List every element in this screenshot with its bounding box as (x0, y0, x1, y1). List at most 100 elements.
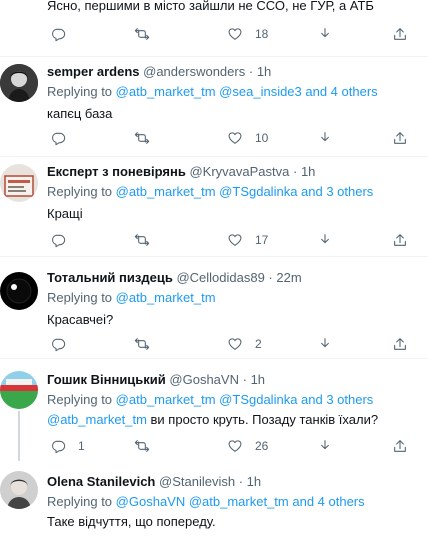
retweet-icon (134, 336, 150, 352)
retweet-icon (134, 232, 150, 248)
handle[interactable]: @Cellodidas89 (176, 270, 264, 285)
tweet-text: Кращі (47, 206, 83, 221)
share-button[interactable] (392, 334, 408, 354)
inline-mention[interactable]: @atb_market_tm (47, 412, 147, 427)
share-icon (392, 130, 408, 146)
share-button[interactable] (392, 24, 408, 44)
share-button[interactable] (392, 436, 408, 456)
share-icon (392, 232, 408, 248)
display-name[interactable]: Експерт з поневірянь (47, 164, 186, 179)
tweet-text: Красавчеі? (47, 312, 114, 327)
avatar[interactable] (0, 64, 38, 102)
timestamp[interactable]: 22m (276, 270, 301, 285)
tweet[interactable]: Гошик Вінницький @GoshaVN · 1h Replying … (0, 359, 428, 461)
download-icon (317, 336, 333, 352)
reply-count: 1 (78, 439, 85, 453)
download-icon (317, 26, 333, 42)
display-name[interactable]: Olena Stanilevich (47, 474, 155, 489)
like-count: 2 (255, 337, 262, 351)
thread-line (18, 411, 20, 461)
download-icon (317, 232, 333, 248)
retweet-button[interactable] (134, 128, 150, 148)
reply-button[interactable]: 1 (50, 436, 85, 456)
like-button[interactable]: 26 (227, 436, 268, 456)
reply-button[interactable] (50, 230, 66, 250)
like-icon (227, 438, 243, 454)
retweet-button[interactable] (134, 436, 150, 456)
tweet-text: капєц база (47, 106, 113, 121)
replying-label: Replying to (47, 494, 113, 509)
share-icon (392, 438, 408, 454)
tweet[interactable]: Експерт з поневірянь @KryvavaPastva · 1h… (0, 157, 428, 256)
handle[interactable]: @anderswonders (143, 64, 245, 79)
replying-label: Replying to (47, 392, 113, 407)
download-button[interactable] (317, 334, 333, 354)
tweet-partial[interactable]: Ясно, першими в місто зайшли не ССО, не … (0, 0, 428, 56)
download-icon (317, 438, 333, 454)
replying-label: Replying to (47, 184, 113, 199)
replying-label: Replying to (47, 290, 113, 305)
reply-mentions[interactable]: @atb_market_tm @TSgdalinka and 3 others (116, 392, 374, 407)
reply-mentions[interactable]: @GoshaVN @atb_market_tm and 4 others (116, 494, 365, 509)
download-button[interactable] (317, 24, 333, 44)
like-button[interactable]: 2 (227, 334, 262, 354)
separator: · (268, 270, 273, 285)
download-button[interactable] (317, 230, 333, 250)
retweet-button[interactable] (134, 230, 150, 250)
display-name[interactable]: Гошик Вінницький (47, 372, 166, 387)
timestamp[interactable]: 1h (251, 372, 265, 387)
like-button[interactable]: 17 (227, 230, 268, 250)
reply-button[interactable] (50, 128, 66, 148)
tweet-text: ви просто круть. Позаду танків їхали? (146, 412, 379, 427)
like-icon (227, 130, 243, 146)
like-icon (227, 336, 243, 352)
avatar[interactable] (0, 471, 38, 509)
retweet-button[interactable] (134, 24, 150, 44)
tweet-text: Таке відчуття, що попереду. (47, 514, 216, 529)
like-button[interactable]: 18 (227, 24, 268, 44)
tweet[interactable]: Olena Stanilevich @Stanilevish · 1h Repl… (0, 463, 428, 545)
handle[interactable]: @KryvavaPastva (189, 164, 289, 179)
share-icon (392, 336, 408, 352)
tweet[interactable]: semper ardens @anderswonders · 1h Replyi… (0, 57, 428, 156)
display-name[interactable]: Тотальний пиздець (47, 270, 173, 285)
reply-mentions[interactable]: @atb_market_tm @TSgdalinka and 3 others (116, 184, 374, 199)
tweet-text: Ясно, першими в місто зайшли не ССО, не … (47, 0, 374, 13)
reply-mentions[interactable]: @atb_market_tm @sea_inside3 and 4 others (116, 84, 378, 99)
share-button[interactable] (392, 230, 408, 250)
download-button[interactable] (317, 128, 333, 148)
replying-label: Replying to (47, 84, 113, 99)
download-button[interactable] (317, 436, 333, 456)
avatar[interactable] (0, 164, 38, 202)
display-name[interactable]: semper ardens (47, 64, 140, 79)
avatar[interactable] (0, 272, 38, 310)
timestamp[interactable]: 1h (247, 474, 261, 489)
reply-mentions[interactable]: @atb_market_tm (116, 290, 216, 305)
like-button[interactable]: 10 (227, 128, 268, 148)
handle[interactable]: @Stanilevish (159, 474, 235, 489)
like-icon (227, 26, 243, 42)
retweet-icon (134, 438, 150, 454)
like-count: 17 (255, 233, 269, 247)
timestamp[interactable]: 1h (301, 164, 315, 179)
separator: · (248, 64, 254, 79)
separator: · (242, 372, 247, 387)
like-count: 10 (255, 131, 269, 145)
share-button[interactable] (392, 128, 408, 148)
tweet[interactable]: Тотальний пиздець @Cellodidas89 · 22m Re… (0, 257, 428, 356)
like-count: 26 (255, 439, 269, 453)
retweet-icon (134, 26, 150, 42)
reply-button[interactable] (50, 334, 66, 354)
timestamp[interactable]: 1h (257, 64, 271, 79)
reply-icon (50, 130, 66, 146)
like-icon (227, 232, 243, 248)
avatar[interactable] (0, 371, 38, 409)
reply-button[interactable] (50, 24, 66, 44)
retweet-icon (134, 130, 150, 146)
download-icon (317, 130, 333, 146)
handle[interactable]: @GoshaVN (169, 372, 239, 387)
separator: · (292, 164, 298, 179)
separator: · (238, 474, 244, 489)
reply-icon (50, 26, 66, 42)
retweet-button[interactable] (134, 334, 150, 354)
